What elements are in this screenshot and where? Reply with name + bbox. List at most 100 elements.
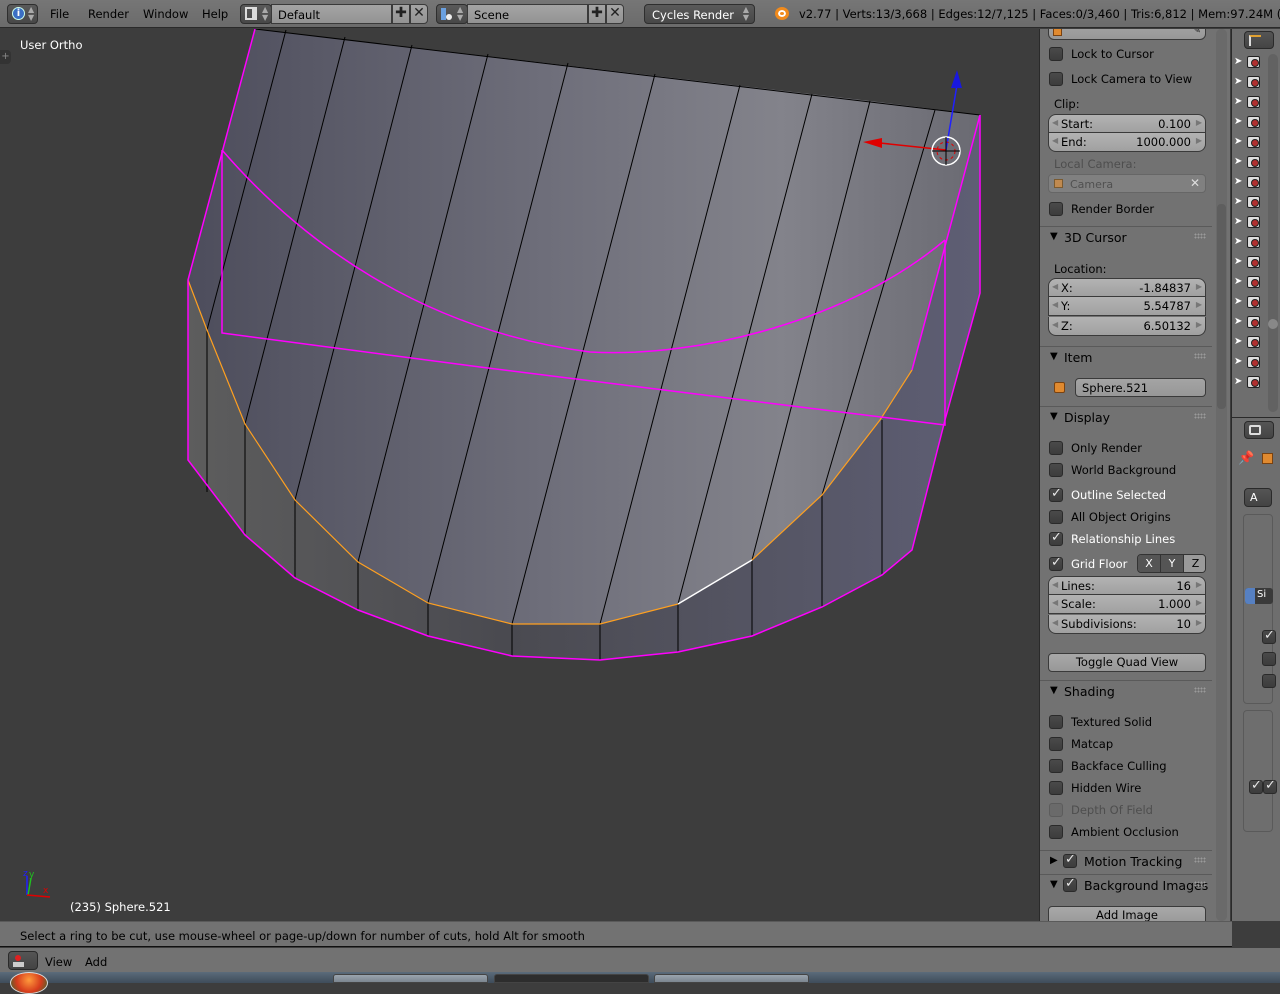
lock-to-cursor-checkbox[interactable]: [1049, 47, 1063, 61]
increment-arrow-icon[interactable]: ▶: [1196, 580, 1202, 589]
menu-render[interactable]: Render: [88, 7, 129, 21]
render-camera-icon[interactable]: [1247, 276, 1260, 288]
sidebar-scrollbar[interactable]: [1216, 29, 1227, 921]
outliner-row[interactable]: ➤: [1232, 353, 1270, 373]
outliner-row[interactable]: ➤: [1232, 173, 1270, 193]
increment-arrow-icon[interactable]: ▶: [1196, 136, 1202, 145]
grid-subdivisions-field[interactable]: ◀ Subdivisions: 10 ▶: [1048, 615, 1206, 634]
menu-file[interactable]: File: [50, 7, 69, 21]
outliner-row[interactable]: ➤: [1232, 213, 1270, 233]
selectable-cursor-icon[interactable]: ➤: [1234, 296, 1242, 307]
outliner-row[interactable]: ➤: [1232, 193, 1270, 213]
decrement-arrow-icon[interactable]: ◀: [1052, 320, 1058, 329]
object-cube-icon[interactable]: [1262, 453, 1273, 464]
clip-end-field[interactable]: ◀ End: 1000.000 ▶: [1048, 133, 1206, 152]
outliner-row[interactable]: ➤: [1232, 313, 1270, 333]
render-camera-icon[interactable]: [1247, 296, 1260, 308]
outliner-icon[interactable]: [1244, 31, 1274, 49]
cursor-z-field[interactable]: ◀ Z: 6.50132 ▶: [1048, 317, 1206, 336]
strip-checkbox-5[interactable]: [1263, 778, 1277, 794]
all-object-origins-checkbox[interactable]: [1049, 510, 1063, 524]
strip-checkbox-4[interactable]: [1249, 778, 1263, 794]
selectable-cursor-icon[interactable]: ➤: [1234, 136, 1242, 147]
menu-view[interactable]: View: [45, 955, 72, 969]
remove-screen-icon[interactable]: ✕: [410, 4, 428, 24]
grid-axis-z-toggle[interactable]: Z: [1184, 555, 1205, 572]
eyedropper-icon[interactable]: ✎: [1193, 29, 1201, 36]
outliner-row[interactable]: ➤: [1232, 233, 1270, 253]
render-engine-dropdown[interactable]: Cycles Render ▲ ▼: [644, 4, 755, 24]
render-camera-icon[interactable]: [1247, 236, 1260, 248]
grid-lines-field[interactable]: ◀ Lines: 16 ▶: [1048, 576, 1206, 595]
textured-solid-checkbox[interactable]: [1049, 715, 1063, 729]
cursor-y-field[interactable]: ◀ Y: 5.54787 ▶: [1048, 297, 1206, 316]
drag-grip-icon[interactable]: [1194, 687, 1206, 693]
render-camera-icon[interactable]: [1247, 176, 1260, 188]
panel-display-header[interactable]: ▼ Display: [1040, 406, 1212, 428]
menu-help[interactable]: Help: [202, 7, 228, 21]
hidden-wire-checkbox[interactable]: [1049, 781, 1063, 795]
grid-floor-checkbox[interactable]: [1049, 555, 1063, 571]
menu-window[interactable]: Window: [143, 7, 188, 21]
increment-arrow-icon[interactable]: ▶: [1196, 598, 1202, 607]
toggle-quad-view-button[interactable]: Toggle Quad View: [1048, 653, 1206, 672]
scene-name[interactable]: Scene: [467, 4, 588, 24]
render-camera-icon[interactable]: [1247, 376, 1260, 388]
outliner-row[interactable]: ➤: [1232, 113, 1270, 133]
outliner-row[interactable]: ➤: [1232, 133, 1270, 153]
context-dropdown[interactable]: A: [1244, 488, 1272, 507]
remove-scene-icon[interactable]: ✕: [606, 4, 624, 24]
pin-icon[interactable]: 📌: [1238, 451, 1254, 466]
selectable-cursor-icon[interactable]: ➤: [1234, 316, 1242, 327]
outliner-row[interactable]: ➤: [1232, 273, 1270, 293]
render-border-checkbox[interactable]: [1049, 202, 1063, 216]
selectable-cursor-icon[interactable]: ➤: [1234, 216, 1242, 227]
only-render-checkbox[interactable]: [1049, 441, 1063, 455]
decrement-arrow-icon[interactable]: ◀: [1052, 300, 1058, 309]
mode-toggle[interactable]: Si: [1245, 588, 1273, 604]
editor-type-button[interactable]: i ▲ ▼: [7, 4, 38, 24]
backface-culling-checkbox[interactable]: [1049, 759, 1063, 773]
selectable-cursor-icon[interactable]: ➤: [1234, 256, 1242, 267]
clip-start-field[interactable]: ◀ Start: 0.100 ▶: [1048, 114, 1206, 133]
decrement-arrow-icon[interactable]: ◀: [1052, 598, 1058, 607]
render-camera-icon[interactable]: [1247, 316, 1260, 328]
properties-icon[interactable]: [1244, 421, 1274, 439]
selectable-cursor-icon[interactable]: ➤: [1234, 356, 1242, 367]
lock-camera-to-view-checkbox[interactable]: [1049, 72, 1063, 86]
add-scene-icon[interactable]: ✚: [588, 4, 606, 24]
render-camera-icon[interactable]: [1247, 356, 1260, 368]
start-button-icon[interactable]: [10, 972, 48, 994]
render-camera-icon[interactable]: [1247, 156, 1260, 168]
panel-shading-header[interactable]: ▼ Shading: [1040, 680, 1212, 702]
add-image-button[interactable]: Add Image: [1048, 906, 1206, 921]
panel-background-images-header[interactable]: ▼ Background Images: [1040, 874, 1212, 896]
motion-tracking-checkbox[interactable]: [1063, 852, 1077, 868]
clear-icon[interactable]: ✕: [1190, 176, 1200, 190]
outliner-row[interactable]: ➤: [1232, 73, 1270, 93]
render-camera-icon[interactable]: [1247, 76, 1260, 88]
outliner-row[interactable]: ➤: [1232, 93, 1270, 113]
selectable-cursor-icon[interactable]: ➤: [1234, 336, 1242, 347]
mesh-canvas[interactable]: [0, 29, 1039, 921]
panel-item-header[interactable]: ▼ Item: [1040, 346, 1212, 368]
outline-selected-checkbox[interactable]: [1049, 486, 1063, 502]
selectable-cursor-icon[interactable]: ➤: [1234, 196, 1242, 207]
render-camera-icon[interactable]: [1247, 56, 1260, 68]
add-screen-icon[interactable]: ✚: [392, 4, 410, 24]
render-camera-icon[interactable]: [1247, 96, 1260, 108]
taskbar-window-button[interactable]: [654, 974, 809, 983]
drag-grip-icon[interactable]: [1194, 413, 1206, 419]
menu-add[interactable]: Add: [85, 955, 107, 969]
strip-checkbox-1[interactable]: [1262, 628, 1276, 644]
decrement-arrow-icon[interactable]: ◀: [1052, 282, 1058, 291]
background-images-checkbox[interactable]: [1063, 876, 1077, 892]
cursor-x-field[interactable]: ◀ X: -1.84837 ▶: [1048, 278, 1206, 297]
grid-scale-field[interactable]: ◀ Scale: 1.000 ▶: [1048, 595, 1206, 614]
scene-selector[interactable]: ▲ ▼: [436, 4, 468, 24]
screen-layout-name[interactable]: Default: [271, 4, 392, 24]
panel-3d-cursor-header[interactable]: ▼ 3D Cursor: [1040, 226, 1212, 248]
panel-motion-tracking-header[interactable]: ▶ Motion Tracking: [1040, 850, 1212, 872]
decrement-arrow-icon[interactable]: ◀: [1052, 118, 1058, 127]
render-camera-icon[interactable]: [1247, 256, 1260, 268]
